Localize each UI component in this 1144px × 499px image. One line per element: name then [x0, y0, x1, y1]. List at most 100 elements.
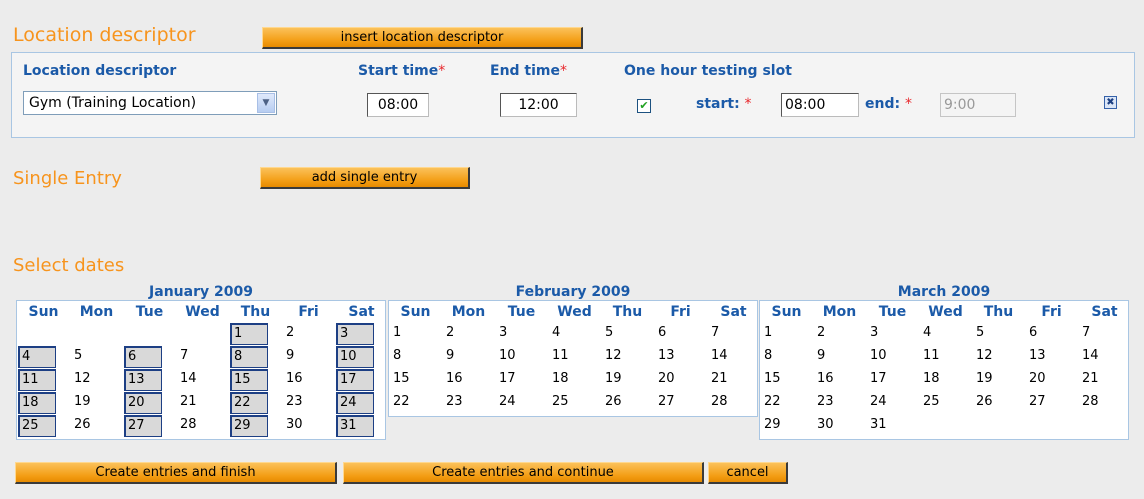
calendar-day[interactable]: 25 [18, 415, 56, 437]
calendar-day[interactable]: 23 [443, 392, 481, 414]
calendar-day[interactable]: 11 [920, 346, 958, 368]
calendar-day[interactable]: 2 [283, 323, 321, 345]
calendar-day[interactable]: 12 [602, 346, 640, 368]
calendar-day[interactable]: 11 [18, 369, 56, 391]
calendar-day[interactable]: 29 [761, 415, 799, 437]
calendar-day[interactable]: 24 [867, 392, 905, 414]
calendar-day[interactable]: 5 [71, 346, 109, 368]
calendar-day[interactable]: 26 [71, 415, 109, 437]
calendar-day[interactable]: 21 [708, 369, 746, 391]
calendar-day[interactable]: 4 [549, 323, 587, 345]
end-time-input[interactable]: 12:00 [500, 93, 577, 117]
calendar-day[interactable]: 6 [1026, 323, 1064, 345]
start-time-input[interactable]: 08:00 [367, 93, 429, 117]
calendar-day[interactable]: 9 [283, 346, 321, 368]
calendar-day[interactable]: 10 [496, 346, 534, 368]
calendar-day[interactable]: 15 [761, 369, 799, 391]
calendar-day[interactable]: 16 [283, 369, 321, 391]
calendar-day[interactable]: 31 [336, 415, 374, 437]
calendar-day[interactable]: 27 [1026, 392, 1064, 414]
calendar-day[interactable]: 17 [867, 369, 905, 391]
calendar-day[interactable]: 5 [602, 323, 640, 345]
calendar-day[interactable]: 20 [124, 392, 162, 414]
create-entries-continue-button[interactable]: Create entries and continue [343, 462, 704, 484]
insert-location-descriptor-button[interactable]: insert location descriptor [262, 27, 583, 49]
calendar-day[interactable]: 18 [920, 369, 958, 391]
calendar-day[interactable]: 20 [655, 369, 693, 391]
calendar-day[interactable]: 30 [814, 415, 852, 437]
calendar-day[interactable]: 1 [390, 323, 428, 345]
slot-start-input[interactable]: 08:00 [781, 93, 859, 117]
calendar-day[interactable]: 29 [230, 415, 268, 437]
calendar-day[interactable]: 11 [549, 346, 587, 368]
calendar-day[interactable]: 16 [814, 369, 852, 391]
calendar-day[interactable]: 13 [655, 346, 693, 368]
calendar-day[interactable]: 13 [1026, 346, 1064, 368]
calendar-day[interactable]: 5 [973, 323, 1011, 345]
calendar-day[interactable]: 19 [602, 369, 640, 391]
calendar-day[interactable]: 22 [230, 392, 268, 414]
calendar-day[interactable]: 13 [124, 369, 162, 391]
remove-entry-icon[interactable]: ✖ [1104, 96, 1117, 109]
calendar-day[interactable]: 15 [230, 369, 268, 391]
create-entries-finish-button[interactable]: Create entries and finish [15, 462, 337, 484]
calendar-day[interactable]: 1 [761, 323, 799, 345]
calendar-day[interactable]: 24 [496, 392, 534, 414]
calendar-day[interactable]: 23 [814, 392, 852, 414]
calendar-day[interactable]: 8 [761, 346, 799, 368]
calendar-day[interactable]: 8 [390, 346, 428, 368]
calendar-day[interactable]: 20 [1026, 369, 1064, 391]
calendar-day[interactable]: 10 [336, 346, 374, 368]
calendar-day[interactable]: 17 [496, 369, 534, 391]
calendar-day[interactable]: 1 [230, 323, 268, 345]
calendar-day[interactable]: 21 [1079, 369, 1117, 391]
calendar-day[interactable]: 22 [761, 392, 799, 414]
calendar-day[interactable]: 8 [230, 346, 268, 368]
calendar-day[interactable]: 7 [177, 346, 215, 368]
calendar-day[interactable]: 26 [602, 392, 640, 414]
testing-slot-checkbox[interactable]: ✔ [637, 99, 651, 113]
calendar-day[interactable]: 22 [390, 392, 428, 414]
calendar-day[interactable]: 3 [496, 323, 534, 345]
calendar-day[interactable]: 15 [390, 369, 428, 391]
calendar-day[interactable]: 7 [1079, 323, 1117, 345]
calendar-day[interactable]: 28 [177, 415, 215, 437]
calendar-day[interactable]: 28 [1079, 392, 1117, 414]
calendar-day[interactable]: 14 [708, 346, 746, 368]
calendar-day[interactable]: 19 [71, 392, 109, 414]
calendar-day[interactable]: 23 [283, 392, 321, 414]
calendar-day[interactable]: 4 [18, 346, 56, 368]
calendar-day[interactable]: 6 [124, 346, 162, 368]
calendar-day[interactable]: 14 [177, 369, 215, 391]
calendar-day[interactable]: 3 [867, 323, 905, 345]
calendar-day[interactable]: 30 [283, 415, 321, 437]
calendar-day[interactable]: 7 [708, 323, 746, 345]
calendar-day[interactable]: 26 [973, 392, 1011, 414]
calendar-day[interactable]: 14 [1079, 346, 1117, 368]
calendar-day[interactable]: 27 [655, 392, 693, 414]
calendar-day[interactable]: 10 [867, 346, 905, 368]
calendar-day[interactable]: 25 [549, 392, 587, 414]
calendar-day[interactable]: 3 [336, 323, 374, 345]
cancel-button[interactable]: cancel [708, 462, 788, 484]
calendar-day[interactable]: 27 [124, 415, 162, 437]
calendar-day[interactable]: 19 [973, 369, 1011, 391]
calendar-day[interactable]: 17 [336, 369, 374, 391]
calendar-day[interactable]: 12 [71, 369, 109, 391]
calendar-day[interactable]: 9 [814, 346, 852, 368]
location-select[interactable]: Gym (Training Location) ▼ [23, 91, 277, 115]
calendar-day[interactable]: 31 [867, 415, 905, 437]
calendar-day[interactable]: 24 [336, 392, 374, 414]
calendar-day[interactable]: 4 [920, 323, 958, 345]
calendar-day[interactable]: 18 [549, 369, 587, 391]
calendar-day[interactable]: 6 [655, 323, 693, 345]
calendar-day[interactable]: 25 [920, 392, 958, 414]
add-single-entry-button[interactable]: add single entry [260, 167, 470, 189]
calendar-day[interactable]: 2 [814, 323, 852, 345]
chevron-down-icon[interactable]: ▼ [257, 93, 275, 113]
calendar-day[interactable]: 16 [443, 369, 481, 391]
calendar-day[interactable]: 18 [18, 392, 56, 414]
calendar-day[interactable]: 21 [177, 392, 215, 414]
calendar-day[interactable]: 28 [708, 392, 746, 414]
calendar-day[interactable]: 9 [443, 346, 481, 368]
